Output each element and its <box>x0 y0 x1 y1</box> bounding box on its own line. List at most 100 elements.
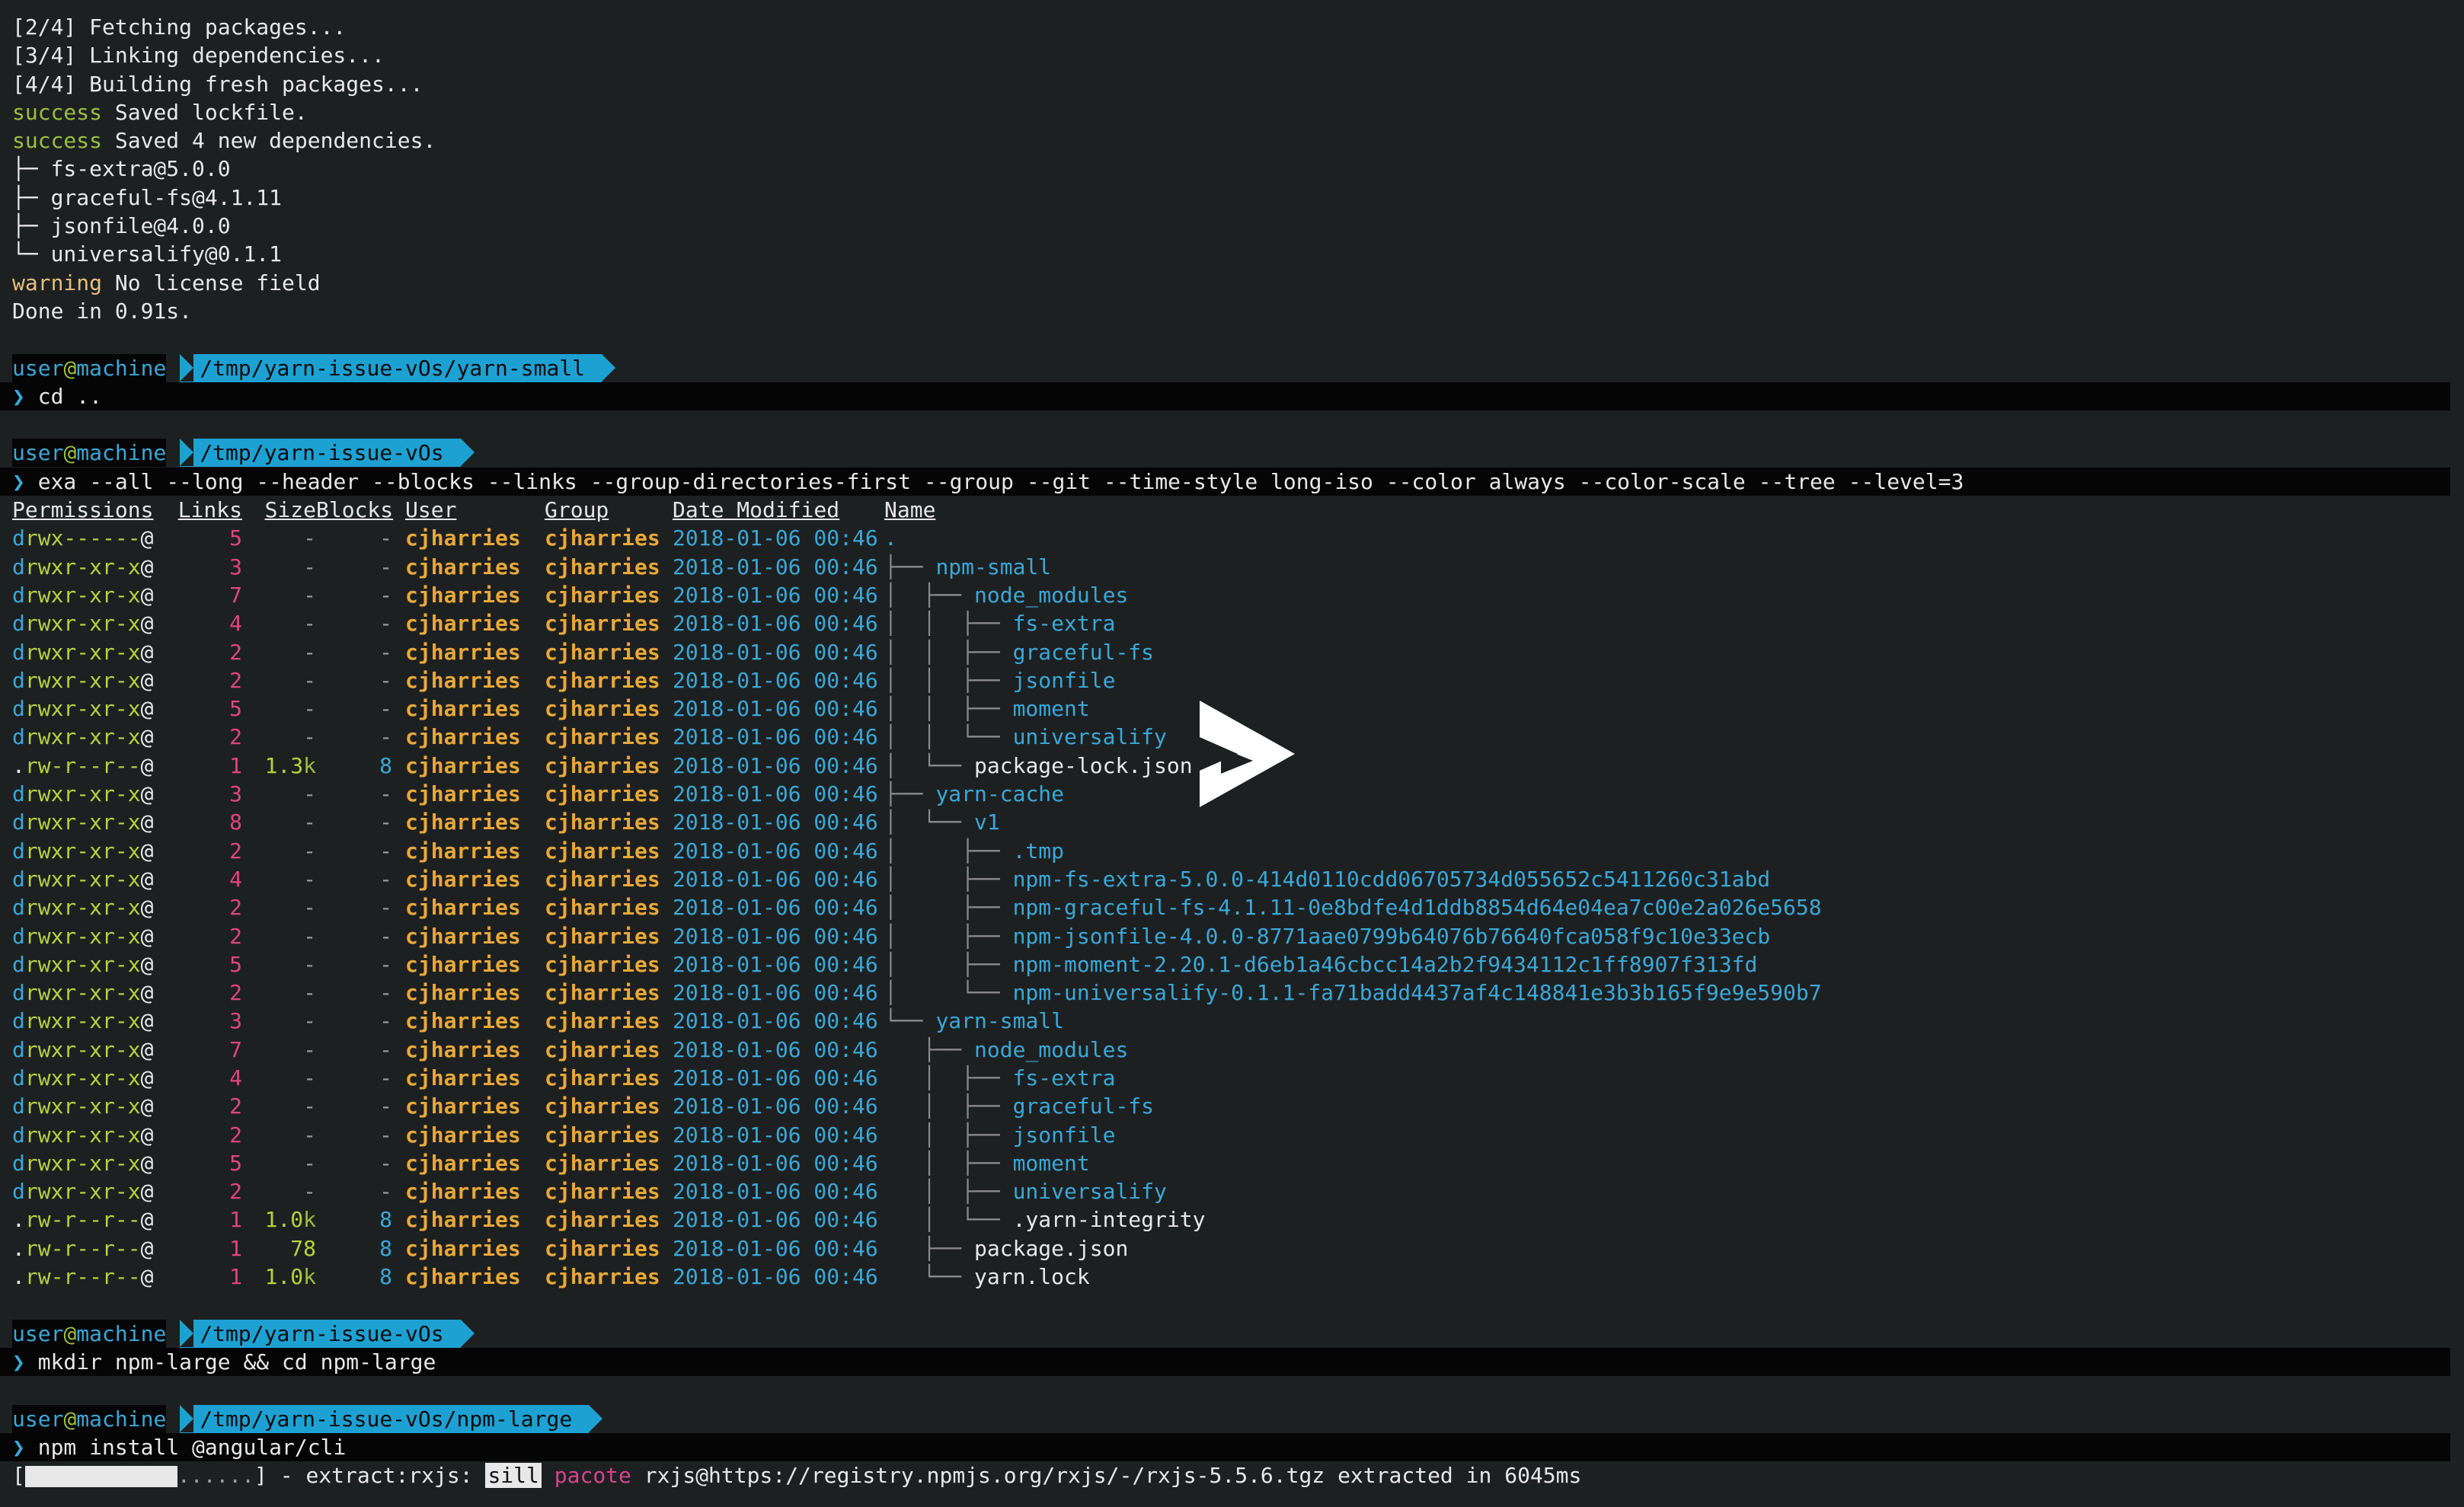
entry-name: graceful-fs <box>1012 1094 1155 1119</box>
size-value: - <box>303 895 316 921</box>
name-cell: │ │ ├── jsonfile <box>884 666 1115 694</box>
listing-row: drwxr-xr-x@ 2- - cjharries cjharries 2018-01-… <box>12 893 2464 921</box>
command-text: npm install @angular/cli <box>37 1434 347 1460</box>
date-value: 2018-01-06 00:46 <box>673 1179 878 1205</box>
blocks-cell: - <box>316 1092 392 1120</box>
size-cell: - <box>242 780 316 808</box>
command-line[interactable]: ❯ cd .. <box>0 382 2450 411</box>
group-value: cjharries <box>545 895 660 921</box>
size-value: - <box>303 696 316 722</box>
size-cell: - <box>242 1007 316 1035</box>
size-cell: - <box>242 893 316 921</box>
links-value: 7 <box>229 582 242 608</box>
name-cell: ├── npm-small <box>884 553 1051 581</box>
file-type: d <box>12 667 25 693</box>
listing-row: drwxr-xr-x@ 2- - cjharries cjharries 2018-01-… <box>12 979 2464 1007</box>
blocks-value: - <box>379 1122 392 1148</box>
command-line[interactable]: ❯ exa --all --long --header --blocks --l… <box>0 467 2450 496</box>
prompt-host: machine <box>76 355 167 381</box>
blocks-cell: - <box>316 1149 392 1177</box>
tree-branch: ├── <box>884 1235 975 1261</box>
xattr-marker: @ <box>140 1008 154 1034</box>
size-value: 1.0 <box>264 1207 304 1233</box>
links-value: 5 <box>229 1150 242 1176</box>
xattr-marker: @ <box>140 895 154 921</box>
listing-row: drwxr-xr-x@ 2- - cjharries cjharries 2018-01-… <box>12 922 2464 950</box>
blocks-value: 8 <box>379 1235 392 1261</box>
listing-row: drwxr-xr-x@ 4- - cjharries cjharries 2018-01-… <box>12 865 2464 893</box>
links-cell: 2 <box>166 1121 242 1149</box>
date-value: 2018-01-06 00:46 <box>673 667 878 693</box>
file-type: d <box>12 611 25 637</box>
entry-name: .yarn-integrity <box>1012 1207 1206 1233</box>
blocks-value: - <box>379 951 392 977</box>
date-value: 2018-01-06 00:46 <box>673 1036 878 1062</box>
links-cell: 1 <box>166 752 242 780</box>
links-cell: 2 <box>166 837 242 865</box>
xattr-marker: @ <box>140 696 154 722</box>
group-cell: cjharries <box>545 893 673 921</box>
group-cell: cjharries <box>545 922 673 950</box>
group-value: cjharries <box>545 667 660 693</box>
user-cell: cjharries <box>392 666 545 694</box>
links-value: 2 <box>229 724 242 750</box>
xattr-marker: @ <box>140 980 154 1006</box>
size-cell: - <box>242 524 316 552</box>
user-cell: cjharries <box>392 638 545 666</box>
permissions: drwxr-xr-x@ <box>12 609 166 637</box>
yarn-output: [2/4] Fetching packages... [3/4] Linking … <box>0 13 2464 496</box>
command-line[interactable]: ❯ mkdir npm-large && cd npm-large <box>0 1347 2450 1377</box>
command-line[interactable]: ❯ npm install @angular/cli <box>0 1432 2450 1462</box>
permissions: drwxr-xr-x@ <box>12 1177 166 1205</box>
terminal-window[interactable]: [2/4] Fetching packages... [3/4] Linking … <box>0 0 2464 1507</box>
warning-line: warning No license field <box>12 269 2464 297</box>
play-icon[interactable] <box>1200 701 1295 807</box>
name-cell: │ │ ├── fs-extra <box>884 609 1115 637</box>
date-cell: 2018-01-06 00:46 <box>673 553 884 581</box>
links-cell: 2 <box>166 723 242 751</box>
xattr-marker: @ <box>140 1264 154 1290</box>
log-level-badge: sill <box>485 1463 542 1489</box>
links-cell: 3 <box>166 1007 242 1035</box>
done-text: Done in 0.91s. <box>12 298 193 324</box>
prompt-at: @ <box>63 355 77 381</box>
prompt-identity: user@machine <box>12 353 167 382</box>
group-value: cjharries <box>545 611 660 637</box>
entry-name: yarn.lock <box>974 1264 1090 1290</box>
command-text: cd .. <box>37 383 103 409</box>
prompt-header: user@machine/tmp/yarn-issue-vOs <box>12 439 2464 468</box>
date-value: 2018-01-06 00:46 <box>673 781 878 807</box>
links-value: 2 <box>229 639 242 665</box>
log-message: rxjs@https://registry.npmjs.org/rxjs/-/r… <box>631 1463 1582 1489</box>
links-value: 4 <box>229 866 242 892</box>
user-value: cjharries <box>405 1065 521 1090</box>
group-value: cjharries <box>545 1264 660 1290</box>
date-cell: 2018-01-06 00:46 <box>673 1064 884 1092</box>
file-type: d <box>12 639 25 665</box>
blocks-cell: - <box>316 609 392 637</box>
xattr-marker: @ <box>140 923 154 949</box>
size-cell: - <box>242 553 316 581</box>
date-cell: 2018-01-06 00:46 <box>673 780 884 808</box>
xattr-marker: @ <box>140 639 154 665</box>
links-value: 5 <box>229 696 242 722</box>
tree-branch: │ ├── <box>884 1094 1013 1119</box>
prompt-chevron-icon: ❯ <box>12 383 25 409</box>
permissions: drwxr-xr-x@ <box>12 808 166 836</box>
date-value: 2018-01-06 00:46 <box>673 1264 878 1290</box>
listing-row: .rw-r--r--@ 1 78 8 cjharries cjharries 2018-01… <box>12 1234 2464 1263</box>
blocks-value: - <box>379 1036 392 1062</box>
size-cell: - <box>242 1036 316 1064</box>
name-cell: │ ├── npm-fs-extra-5.0.0-414d0110cdd0670… <box>884 865 1770 893</box>
entry-name: fs-extra <box>1012 611 1116 637</box>
permission-bits: rwxr-xr-x <box>24 639 141 665</box>
output-line: [3/4] Linking dependencies... <box>12 41 2464 69</box>
permission-bits: rwxr-xr-x <box>24 1008 141 1034</box>
entry-name: npm-small <box>935 554 1052 579</box>
entry-name: npm-moment-2.20.1-d6eb1a46cbcc14a2b2f943… <box>1012 951 1758 977</box>
permission-bits: rwxr-xr-x <box>24 923 141 949</box>
links-value: 2 <box>229 1179 242 1205</box>
group-cell: cjharries <box>545 752 673 780</box>
permission-bits: rwxr-xr-x <box>24 696 141 722</box>
